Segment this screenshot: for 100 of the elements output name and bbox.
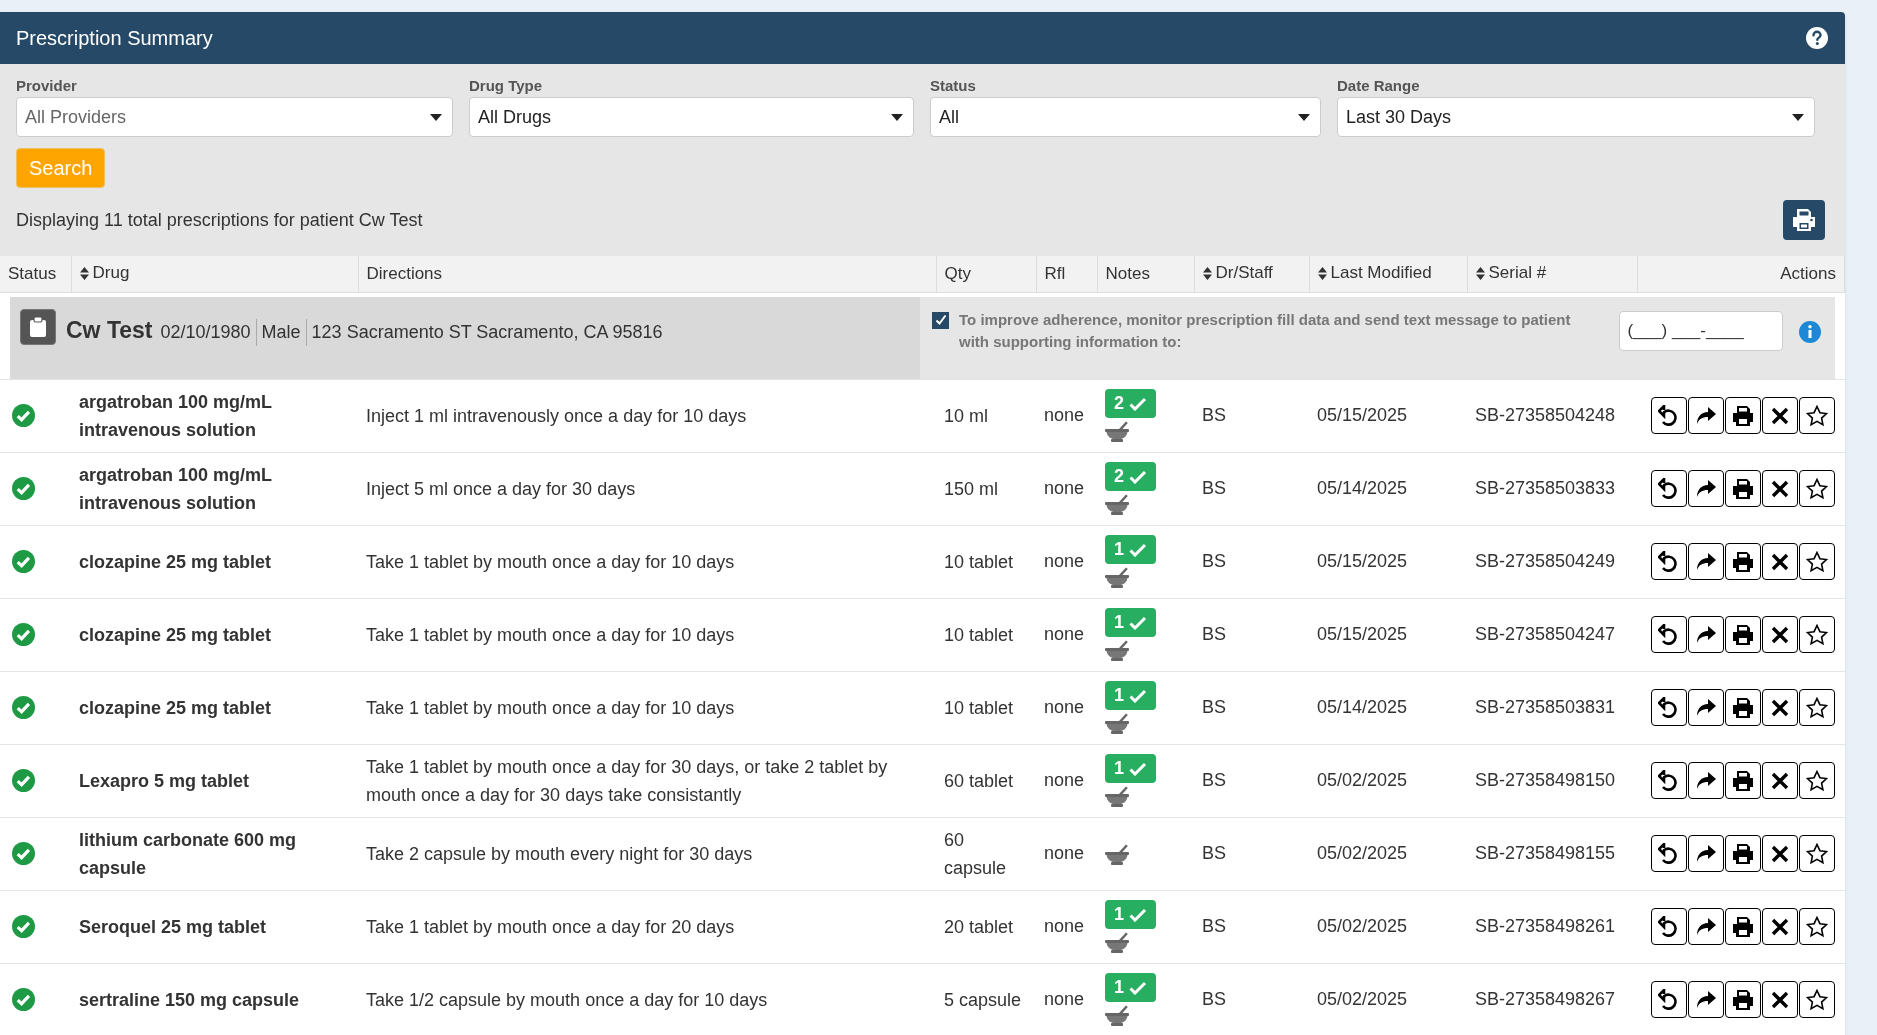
- filter-label: Status: [930, 77, 977, 95]
- filter-label: Date Range: [1337, 77, 1421, 95]
- undo-button[interactable]: [1650, 981, 1687, 1019]
- dropdown[interactable]: All Drugs: [469, 97, 914, 137]
- delete-button[interactable]: [1761, 762, 1798, 799]
- mortar-pestle-icon[interactable]: [1105, 493, 1129, 515]
- undo-button[interactable]: [1650, 762, 1687, 799]
- forward-button[interactable]: [1687, 981, 1724, 1019]
- dropdown[interactable]: Last 30 Days: [1337, 97, 1815, 137]
- forward-button[interactable]: [1687, 470, 1724, 507]
- undo-button[interactable]: [1650, 908, 1687, 945]
- caret-icon: [1298, 113, 1310, 121]
- print-icon: [1731, 769, 1754, 792]
- delete-button[interactable]: [1761, 835, 1798, 872]
- forward-button[interactable]: [1687, 616, 1724, 653]
- filter-label: Provider: [16, 77, 78, 95]
- print-button[interactable]: [1783, 200, 1825, 240]
- favorite-button[interactable]: [1798, 835, 1835, 872]
- print-button[interactable]: [1724, 908, 1761, 945]
- dropdown[interactable]: All: [930, 97, 1321, 137]
- mortar-pestle-icon[interactable]: [1105, 842, 1129, 865]
- delete-button[interactable]: [1761, 470, 1798, 507]
- delete-button[interactable]: [1761, 908, 1798, 945]
- undo-button[interactable]: [1650, 543, 1687, 580]
- fill-count-badge: 2: [1105, 462, 1156, 491]
- star-icon: [1805, 404, 1828, 427]
- print-icon: [1731, 696, 1754, 719]
- mortar-pestle-icon[interactable]: [1105, 639, 1129, 661]
- fill-count-badge: 2: [1105, 389, 1156, 418]
- mortar-pestle-icon[interactable]: [1105, 566, 1129, 588]
- print-button[interactable]: [1724, 397, 1761, 434]
- favorite-button[interactable]: [1798, 616, 1835, 653]
- mortar-pestle-icon[interactable]: [1105, 785, 1129, 807]
- favorite-button[interactable]: [1798, 689, 1835, 726]
- forward-button[interactable]: [1687, 397, 1724, 434]
- staff-initials: BS: [1202, 478, 1226, 498]
- column-header[interactable]: Last Modified: [1317, 260, 1432, 286]
- forward-button[interactable]: [1687, 689, 1724, 726]
- favorite-button[interactable]: [1798, 908, 1835, 945]
- quantity: 60 capsule: [944, 829, 1007, 878]
- print-button[interactable]: [1724, 470, 1761, 507]
- delete-button[interactable]: [1761, 689, 1798, 726]
- print-icon: [1731, 623, 1754, 646]
- delete-button[interactable]: [1761, 397, 1798, 434]
- results-summary: Displaying 11 total prescriptions for patient Cw Test: [16, 209, 423, 232]
- print-button[interactable]: [1724, 835, 1761, 872]
- patient-sex: Male: [256, 318, 307, 346]
- directions-text: Inject 5 ml once a day for 30 days: [366, 478, 636, 499]
- refills: none: [1044, 916, 1085, 936]
- serial-number: SB-27358498155: [1475, 843, 1616, 863]
- print-button[interactable]: [1724, 689, 1761, 726]
- serial-number: SB-27358504249: [1475, 551, 1616, 571]
- mortar-pestle-icon[interactable]: [1105, 420, 1129, 442]
- mortar-pestle-icon[interactable]: [1105, 712, 1129, 734]
- drug-name: Seroquel 25 mg tablet: [79, 916, 267, 937]
- drug-name: argatroban 100 mg/mL intravenous solution: [79, 464, 272, 513]
- delete-button[interactable]: [1761, 981, 1798, 1019]
- undo-button[interactable]: [1650, 835, 1687, 872]
- refills: none: [1044, 843, 1085, 863]
- quantity: 10 tablet: [944, 624, 1014, 645]
- print-button[interactable]: [1724, 543, 1761, 580]
- favorite-button[interactable]: [1798, 543, 1835, 580]
- modified-date: 05/14/2025: [1317, 697, 1408, 717]
- print-icon: [1731, 477, 1754, 500]
- serial-number: SB-27358503831: [1475, 697, 1616, 717]
- forward-button[interactable]: [1687, 762, 1724, 799]
- drug-name: sertraline 150 mg capsule: [79, 989, 300, 1010]
- phone-field[interactable]: (___) ___-____: [1618, 310, 1783, 351]
- star-icon: [1805, 696, 1828, 719]
- delete-button[interactable]: [1761, 616, 1798, 653]
- mortar-pestle-icon[interactable]: [1105, 1004, 1129, 1027]
- undo-button[interactable]: [1650, 689, 1687, 726]
- forward-button[interactable]: [1687, 908, 1724, 945]
- forward-button[interactable]: [1687, 543, 1724, 580]
- delete-button[interactable]: [1761, 543, 1798, 580]
- quantity: 10 tablet: [944, 551, 1014, 572]
- refills: none: [1044, 989, 1085, 1010]
- adherence-checkbox[interactable]: [932, 311, 949, 329]
- column-header[interactable]: Drug: [79, 260, 130, 286]
- favorite-button[interactable]: [1798, 981, 1835, 1019]
- undo-button[interactable]: [1650, 397, 1687, 434]
- print-button[interactable]: [1724, 762, 1761, 799]
- print-button[interactable]: [1724, 981, 1761, 1019]
- info-icon[interactable]: [1798, 320, 1821, 343]
- favorite-button[interactable]: [1798, 397, 1835, 434]
- column-header[interactable]: Serial #: [1475, 260, 1547, 286]
- mortar-pestle-icon[interactable]: [1105, 931, 1129, 953]
- undo-button[interactable]: [1650, 616, 1687, 653]
- dropdown[interactable]: All Providers: [16, 97, 453, 137]
- print-icon: [1731, 842, 1754, 865]
- column-header: Rfl: [1044, 263, 1066, 285]
- help-icon[interactable]: [1805, 26, 1829, 50]
- refills: none: [1044, 478, 1085, 498]
- print-button[interactable]: [1724, 616, 1761, 653]
- modified-date: 05/02/2025: [1317, 989, 1408, 1010]
- forward-button[interactable]: [1687, 835, 1724, 872]
- undo-button[interactable]: [1650, 470, 1687, 507]
- column-header[interactable]: Dr/Staff: [1202, 260, 1273, 286]
- favorite-button[interactable]: [1798, 470, 1835, 507]
- favorite-button[interactable]: [1798, 762, 1835, 799]
